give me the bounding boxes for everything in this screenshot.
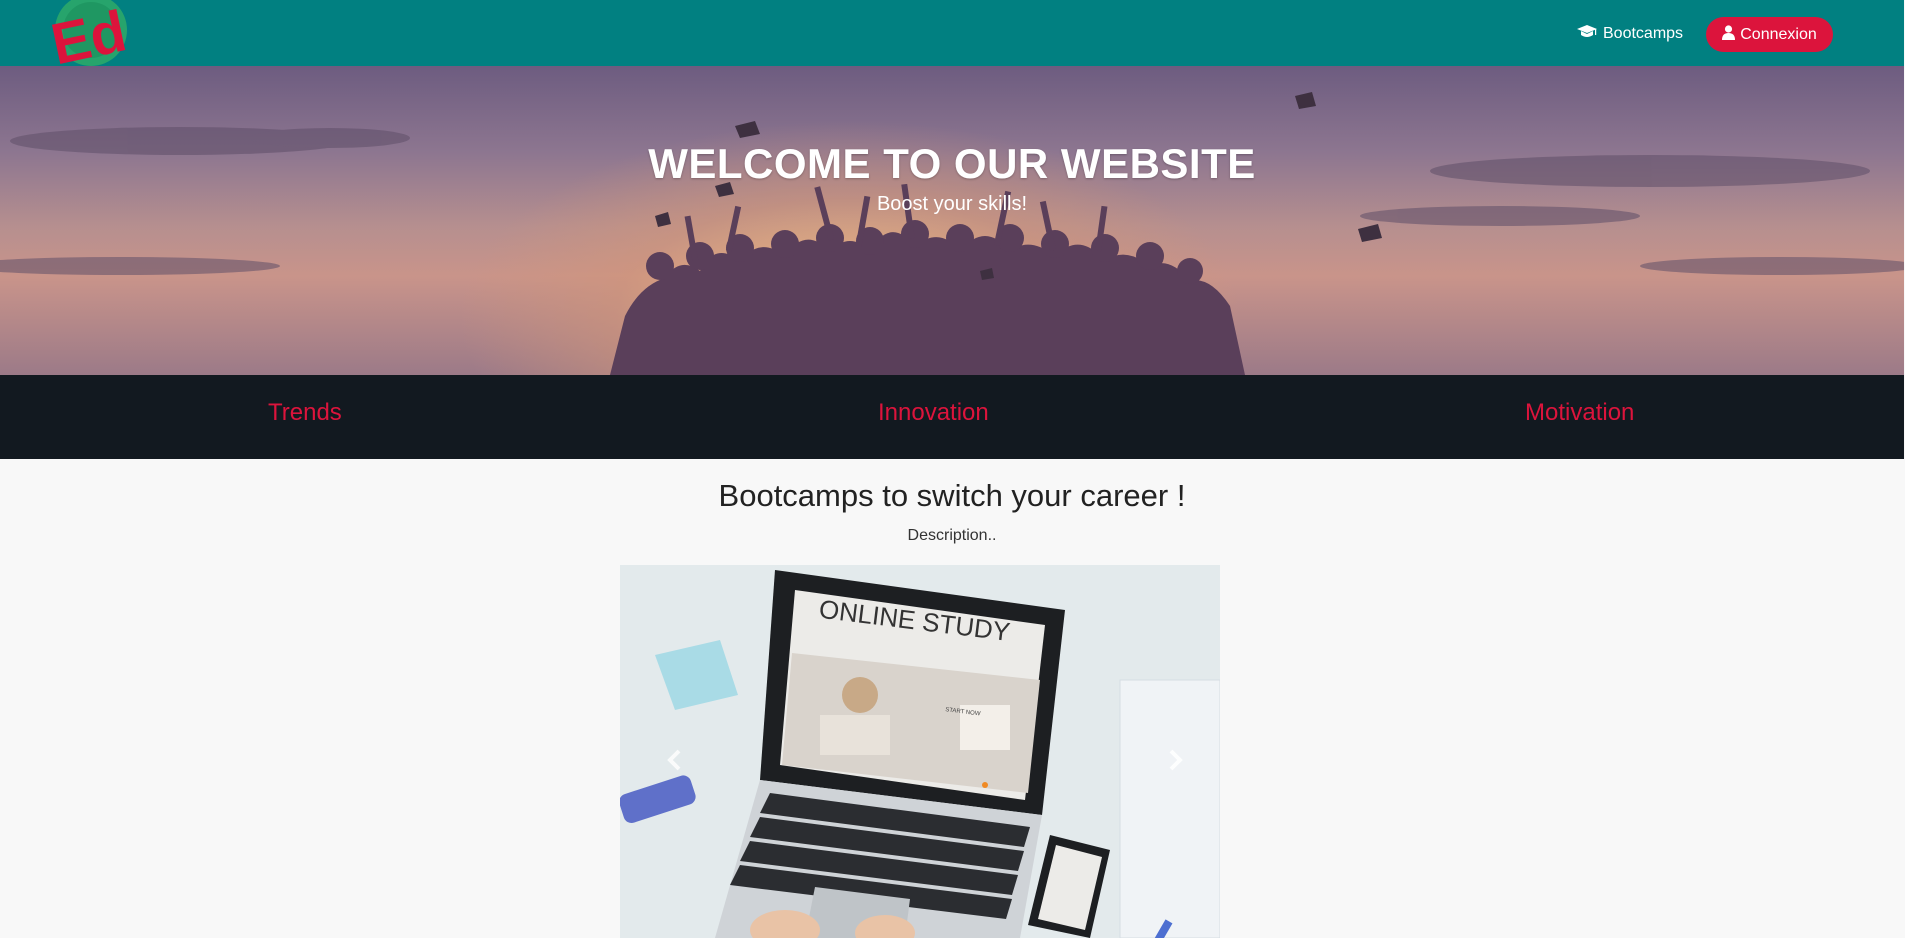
chevron-left-icon[interactable] — [660, 745, 690, 775]
page: Ed Bootcamps Connexion WELCOME TO OUR WE… — [0, 0, 1904, 938]
hero-title: WELCOME TO OUR WEBSITE — [648, 140, 1256, 187]
section-title: Bootcamps to switch your career ! — [718, 478, 1186, 513]
nav-bootcamps-label: Bootcamps — [1603, 25, 1684, 42]
logo[interactable]: Ed — [46, 0, 136, 77]
bootcamps-carousel[interactable]: ONLINE STUDY START NOW — [620, 565, 1220, 938]
nav-bootcamps-link[interactable]: Bootcamps — [1577, 24, 1683, 44]
user-icon — [1722, 24, 1736, 45]
chevron-right-icon[interactable] — [1160, 745, 1190, 775]
connexion-label: Connexion — [1740, 25, 1817, 43]
category-innovation-link[interactable]: Innovation — [878, 399, 989, 429]
graduation-cap-icon — [1577, 24, 1597, 44]
category-trends-link[interactable]: Trends — [268, 399, 342, 429]
hero-subtitle: Boost your skills! — [876, 193, 1028, 215]
logo-text: Ed — [46, 0, 132, 72]
category-bar: Trends Innovation Motivation — [0, 375, 1904, 459]
section-description: Description.. — [907, 527, 997, 544]
hero-graduates-illustration — [0, 92, 1904, 375]
connexion-button[interactable]: Connexion — [1706, 17, 1833, 52]
carousel-slide-image: ONLINE STUDY START NOW — [620, 565, 1220, 938]
navbar: Ed Bootcamps Connexion — [0, 0, 1904, 77]
category-motivation-link[interactable]: Motivation — [1525, 399, 1634, 429]
hero-banner: WELCOME TO OUR WEBSITE Boost your skills… — [0, 66, 1904, 375]
